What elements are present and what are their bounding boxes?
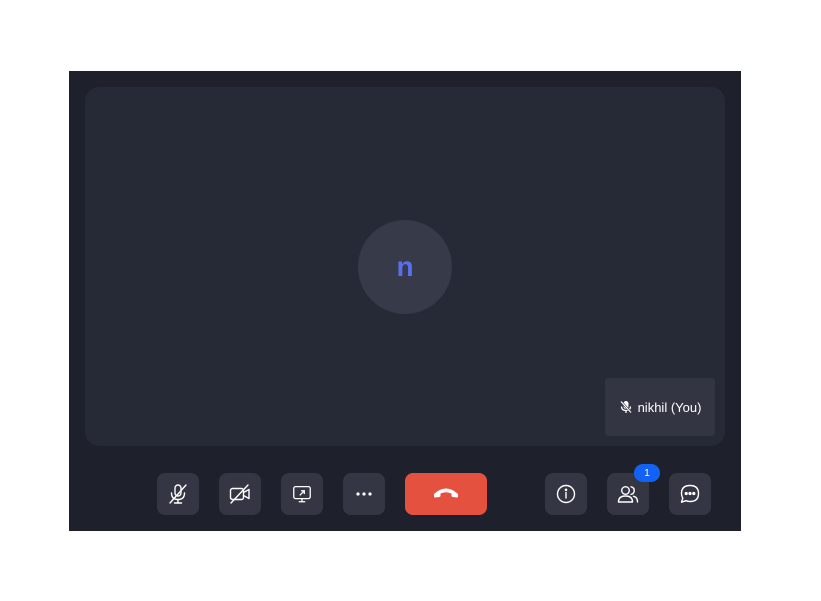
self-view-label: nikhil (You)	[637, 399, 702, 415]
more-options-button[interactable]	[343, 473, 385, 515]
screen-share-button[interactable]	[281, 473, 323, 515]
muted-mic-icon	[619, 400, 633, 414]
participants-button[interactable]: 1	[607, 464, 660, 515]
self-view-tile[interactable]: nikhil (You)	[605, 378, 715, 436]
participants-count-badge: 1	[634, 464, 660, 482]
chat-button[interactable]	[669, 473, 711, 515]
chat-icon	[678, 482, 702, 506]
more-icon	[354, 491, 374, 497]
end-call-button[interactable]	[405, 473, 487, 515]
call-window: n nikhil (You) 1	[69, 71, 741, 531]
camera-toggle-button[interactable]	[219, 473, 261, 515]
participant-initial: n	[396, 251, 414, 282]
participants-icon	[616, 482, 640, 506]
mic-off-icon	[166, 482, 190, 506]
participant-avatar: n	[358, 220, 452, 314]
mic-toggle-button[interactable]	[157, 473, 199, 515]
meeting-info-button[interactable]	[545, 473, 587, 515]
info-icon	[555, 483, 577, 505]
video-stage: n nikhil (You)	[85, 87, 725, 446]
end-call-icon	[432, 485, 460, 504]
screen-share-icon	[291, 483, 313, 505]
camera-off-icon	[228, 482, 252, 506]
